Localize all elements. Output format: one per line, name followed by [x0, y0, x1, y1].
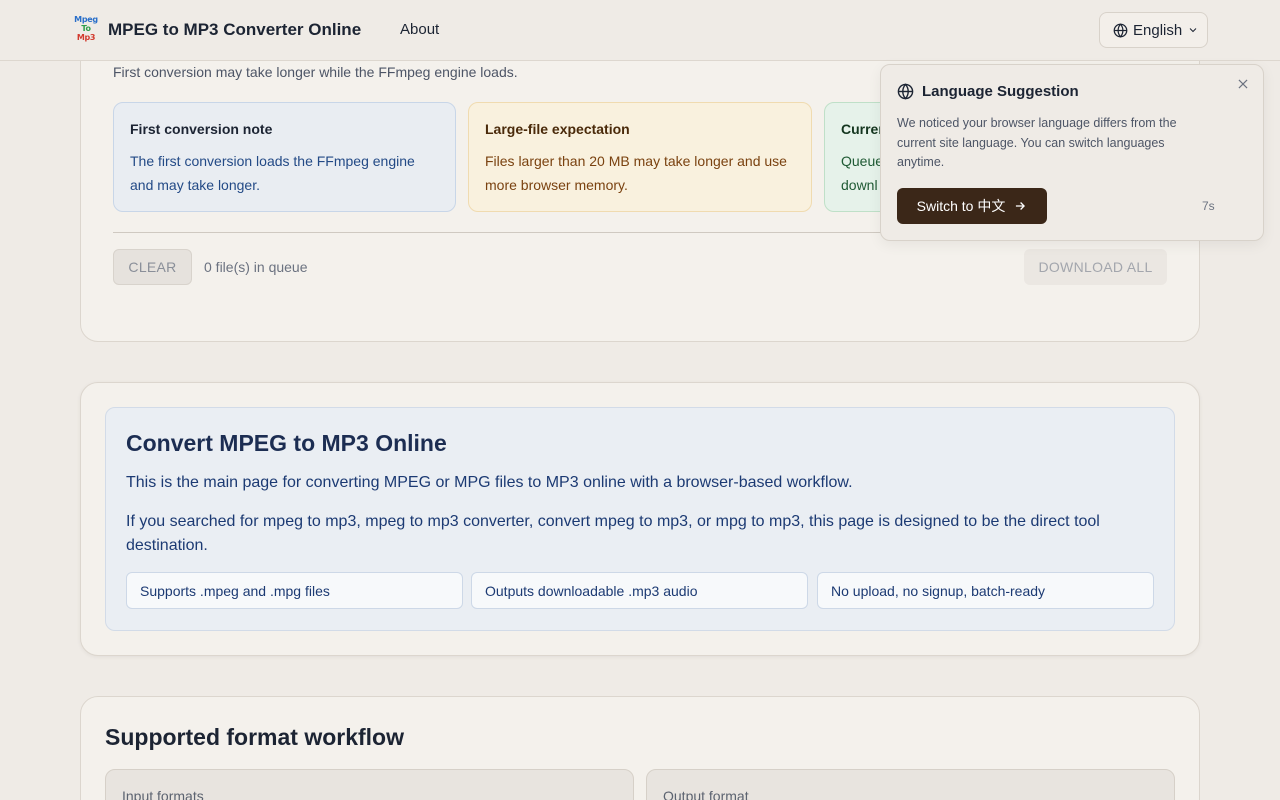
download-all-button[interactable]: DOWNLOAD ALL — [1024, 249, 1167, 285]
switch-language-button[interactable]: Switch to 中文 — [897, 188, 1047, 224]
popup-countdown: 7s — [1202, 199, 1215, 213]
info-box-body: Files larger than 20 MB may take longer … — [485, 153, 787, 193]
logo[interactable]: Mpeg To Mp3 — [74, 15, 98, 43]
popup-message: We noticed your browser language differs… — [897, 116, 1177, 169]
info-box-body-line: Queue — [841, 153, 884, 169]
language-selector[interactable]: English — [1099, 12, 1208, 48]
nav-about-link[interactable]: About — [400, 21, 439, 38]
input-formats-label: Input formats — [122, 788, 204, 800]
logo-text-line: To — [81, 24, 91, 33]
output-format-box: Output format — [646, 769, 1175, 800]
info-box-title: Large-file expectation — [485, 121, 630, 137]
intro-heading: Convert MPEG to MP3 Online — [126, 430, 447, 456]
info-box-body-line: downl — [841, 177, 878, 193]
ffmpeg-load-note: First conversion may take longer while t… — [113, 64, 518, 80]
intro-paragraph: If you searched for mpeg to mp3, mpeg to… — [126, 513, 1100, 554]
info-box-large-file: Large-file expectation Files larger than… — [468, 102, 812, 212]
workflow-heading: Supported format workflow — [105, 724, 404, 750]
language-label: English — [1133, 21, 1183, 39]
popup-title: Language Suggestion — [922, 83, 1079, 100]
close-icon[interactable] — [1235, 77, 1251, 93]
feature-pill: Supports .mpeg and .mpg files — [126, 572, 463, 609]
info-box-first-conversion: First conversion note The first conversi… — [113, 102, 456, 212]
feature-pill: Outputs downloadable .mp3 audio — [471, 572, 808, 609]
feature-pill: No upload, no signup, batch-ready — [817, 572, 1154, 609]
clear-button[interactable]: CLEAR — [113, 249, 192, 285]
logo-text-line: Mp3 — [76, 33, 96, 42]
input-formats-box: Input formats — [105, 769, 634, 800]
globe-icon — [1113, 22, 1128, 38]
info-box-title: First conversion note — [130, 121, 273, 137]
switch-language-label: Switch to 中文 — [916, 198, 1006, 214]
intro-paragraph: This is the main page for converting MPE… — [126, 474, 853, 491]
site-header: Mpeg To Mp3 MPEG to MP3 Converter Online… — [0, 0, 1280, 61]
language-suggestion-popup: Language Suggestion We noticed your brow… — [880, 64, 1264, 241]
queue-count: 0 file(s) in queue — [204, 259, 308, 275]
site-title[interactable]: MPEG to MP3 Converter Online — [108, 20, 361, 40]
arrow-right-icon — [1016, 202, 1026, 210]
info-box-body: The first conversion loads the FFmpeg en… — [130, 153, 415, 193]
globe-icon — [897, 83, 914, 100]
chevron-down-icon — [1189, 28, 1197, 33]
logo-text-line: Mpeg — [74, 15, 98, 24]
output-format-label: Output format — [663, 788, 749, 800]
